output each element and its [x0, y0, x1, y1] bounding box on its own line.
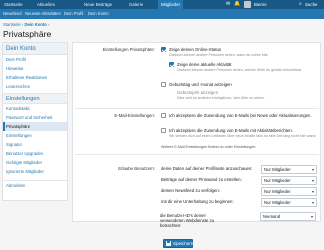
subnav-newsfeed[interactable]: Newsfeed [3, 9, 22, 19]
nav-tab-neue-beitraege[interactable]: Neue Beiträge [84, 0, 112, 9]
email-settings-notice: Weitere E-Mail Einstellungen findest du … [161, 145, 257, 149]
select-value: Nur Mitglieder [264, 200, 291, 205]
nav-tab-aktuelles[interactable]: Aktuelles [37, 0, 55, 9]
newsfeed-follow-select[interactable]: Nur Mitglieder ▾ [261, 187, 317, 196]
show-activity-hint: Dadurch können andere Personen sehen, we… [177, 68, 303, 72]
show-online-label[interactable]: Zeige deinen Online-Status [169, 47, 221, 52]
sidebar-item-lesezeichen[interactable]: Lesezeichen [3, 82, 67, 91]
privacy-row-label: die Benutzer-ID's deiner verwendeten Web… [160, 213, 215, 228]
email-news-label[interactable]: Ich akzeptiere die Zusendung von E-Mails… [169, 113, 312, 118]
bell-icon[interactable]: 🔔 [234, 1, 240, 7]
privacy-row-label: mit dir eine Unterhaltung zu beginnen: [161, 199, 234, 204]
sidebar-item-signatur[interactable]: Signatur [3, 140, 67, 149]
select-value: Nur Mitglieder [264, 178, 291, 183]
sidebar-item-einstellungen[interactable]: Einstellungen [3, 131, 67, 140]
privacy-row-label: deinen Newsfeed zu verfolgen: [161, 188, 221, 193]
chevron-down-icon: ▾ [311, 189, 314, 194]
nav-tab-mitglieder[interactable]: Mitglieder [158, 0, 184, 9]
user-name[interactable]: Bierne [254, 0, 267, 9]
select-value: Nur Mitglieder [264, 167, 291, 172]
breadcrumb-separator: › [47, 22, 50, 27]
page-title: Privatsphäre [3, 29, 52, 39]
breadcrumb-startseite[interactable]: Startseite [3, 22, 21, 27]
sidebar-item-benutzer-upgrades[interactable]: Benutzer Upgrades [3, 149, 67, 158]
breadcrumb: Startseite › Dein Konto › [3, 22, 49, 27]
show-online-hint: Dadurch können andere Personen sehen, wa… [169, 53, 269, 57]
email-news-checkbox[interactable] [161, 113, 166, 118]
email-activity-label[interactable]: Ich akzeptiere die Zusendung von E-Mails… [169, 128, 293, 133]
show-online-checkbox[interactable] [161, 47, 166, 52]
sidebar-item-dein-profil[interactable]: Dein Profil [3, 55, 67, 64]
email-activity-checkbox[interactable] [161, 128, 166, 133]
breadcrumb-dein-konto[interactable]: Dein Konto [24, 22, 46, 27]
save-disk-icon [166, 241, 171, 246]
birthday-checkbox[interactable] [161, 82, 166, 87]
sidebar-header[interactable]: Dein Konto [3, 43, 67, 55]
chevron-down-icon: ▾ [311, 167, 314, 172]
sidebar-section-einstellungen: Einstellungen [3, 93, 67, 104]
subnav-dein-konto[interactable]: Dein Konto [88, 9, 109, 19]
sidebar-item-hinweise[interactable]: Hinweise [3, 64, 67, 73]
privacy-row-label: Beiträge auf deiner Pinnwand zu erstelle… [161, 177, 242, 182]
profile-visibility-select[interactable]: Nur Mitglieder ▾ [261, 165, 317, 174]
show-activity-checkbox[interactable] [169, 62, 174, 67]
section-divider [75, 108, 319, 109]
birthyear-hint: Dies wird es anderen ermöglichen, dein A… [177, 96, 265, 100]
conversation-select[interactable]: Nur Mitglieder ▾ [261, 198, 317, 207]
chevron-down-icon: ▾ [311, 200, 314, 205]
section-divider [75, 154, 319, 155]
save-button[interactable]: Speichern [163, 239, 193, 248]
wall-post-select[interactable]: Nur Mitglieder ▾ [261, 176, 317, 185]
mail-icon[interactable]: ✉ [226, 1, 232, 7]
sidebar-item-reaktionen[interactable]: Erhaltene Reaktionen [3, 73, 67, 82]
sidebar-item-passwort[interactable]: Passwort und Sicherheit [3, 113, 67, 122]
show-activity-label[interactable]: Zeige deine aktuelle Aktivität [177, 62, 231, 67]
sidebar-item-gefolgte-mitglieder[interactable]: Gefolgte Mitglieder [3, 158, 67, 167]
allow-users-label: Erlaube Benutzern: [118, 166, 155, 171]
account-sidebar: Dein Konto Dein Profil Hinweise Erhalten… [2, 42, 68, 201]
subnav-dein-profil[interactable]: Dein Profil [64, 9, 83, 19]
chevron-down-icon: ▾ [310, 214, 313, 219]
avatar[interactable] [244, 1, 251, 8]
nav-tab-galerie[interactable]: Galerie [129, 0, 143, 9]
top-navigation-bar: Startseite Aktuelles Neue Beiträge Galer… [0, 0, 324, 9]
sidebar-item-ignorierte-mitglieder[interactable]: Ignorierte Mitglieder [3, 167, 67, 176]
birthyear-label: Geburtsjahr anzeigen [177, 90, 219, 95]
sidebar-item-kontodetails[interactable]: Kontodetails [3, 104, 67, 113]
webservice-ids-select[interactable]: Niemand ▾ [260, 212, 316, 221]
sidebar-item-abmelden[interactable]: Abmelden [3, 180, 67, 189]
privacy-settings-label: Einstellungen Privatsphäre: [102, 47, 155, 52]
subnav-neueste-aktivitaeten[interactable]: Neueste Aktivitäten [25, 9, 61, 19]
privacy-row-label: deine Daten auf deiner Profilseite anzus… [161, 166, 253, 171]
chevron-down-icon: ▾ [311, 178, 314, 183]
birthday-label[interactable]: Geburtstag und -monat anzeigen [169, 82, 232, 87]
select-value: Nur Mitglieder [264, 189, 291, 194]
privacy-form: Einstellungen Privatsphäre: Zeige deinen… [72, 42, 321, 222]
email-settings-label: E-Mail-Einstellungen: [114, 113, 155, 118]
search-icon[interactable]: ⌕ [299, 1, 302, 7]
email-activity-hint: Wir senden dich auf einen Leitfaden über… [169, 134, 317, 138]
select-value: Niemand [263, 214, 281, 219]
save-button-label: Speichern [173, 241, 194, 246]
sidebar-item-privatsphaere[interactable]: Privatsphäre [3, 122, 67, 131]
sub-navigation-bar: Newsfeed Neueste Aktivitäten Dein Profil… [0, 9, 324, 19]
search-link[interactable]: Suche [305, 0, 317, 9]
nav-tab-startseite[interactable]: Startseite [4, 0, 23, 9]
